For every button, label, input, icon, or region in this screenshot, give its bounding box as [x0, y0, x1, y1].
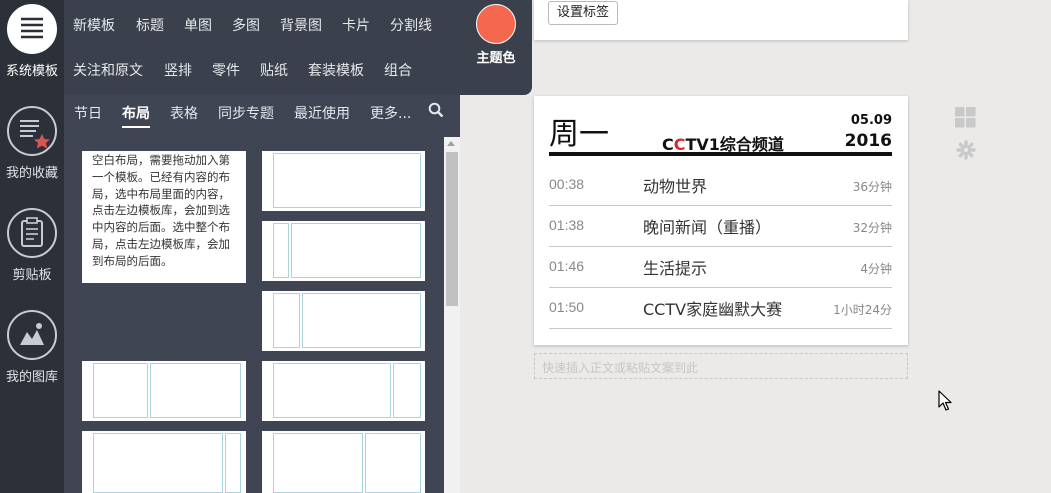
category-new-template[interactable]: 新模板: [73, 15, 115, 35]
clipboard-icon: [7, 208, 57, 258]
layout-cell: [273, 363, 391, 418]
favorites-label: 我的收藏: [5, 166, 58, 181]
layout-cell: [225, 433, 241, 493]
system-template-label: 系统模板: [5, 64, 58, 79]
layout-cell: [291, 223, 421, 278]
layout-cell: [302, 293, 421, 348]
menu-lines-icon: [7, 4, 57, 54]
category-single-image[interactable]: 单图: [184, 15, 212, 35]
layout-tile-single[interactable]: [262, 151, 425, 211]
category-combination[interactable]: 组合: [384, 60, 412, 80]
tab-layout[interactable]: 布局: [122, 103, 150, 128]
layout-tile-small-right[interactable]: [262, 361, 425, 421]
gear-icon[interactable]: [956, 140, 976, 164]
category-follow-original[interactable]: 关注和原文: [73, 60, 143, 80]
program-row[interactable]: 01:46 生活提示 4分钟: [549, 247, 892, 288]
layout-tile-wide-left[interactable]: [262, 431, 425, 493]
tab-festival[interactable]: 节日: [74, 103, 102, 123]
tv-schedule-card[interactable]: 周一 CCTV1综合频道 05.09 2016 00:38 动物世界 36分钟 …: [534, 96, 908, 345]
tab-sync-topic[interactable]: 同步专题: [218, 103, 274, 123]
category-vertical[interactable]: 竖排: [164, 60, 192, 80]
blank-layout-description[interactable]: 空白布局，需要拖动加入第一个模板。已经有内容的布局，选中布局里面的内容，点击左边…: [82, 151, 246, 283]
grid-layout-icon[interactable]: [955, 107, 976, 132]
layout-tile-small-left[interactable]: [262, 291, 425, 351]
program-name: 动物世界: [643, 177, 708, 196]
program-duration: 4分钟: [860, 262, 892, 276]
theme-color-label: 主题色: [476, 51, 516, 66]
layout-tile-narrow-left[interactable]: [262, 221, 425, 281]
layout-cell: [273, 153, 421, 208]
mouse-pointer-icon: [938, 390, 952, 416]
program-time: 01:50: [549, 299, 585, 315]
program-time: 00:38: [549, 176, 585, 192]
clipboard-label: 剪贴板: [12, 268, 52, 283]
system-template-button[interactable]: 系统模板: [0, 4, 64, 79]
layout-cell: [150, 363, 241, 418]
article-settings-card: 设置标签: [534, 0, 908, 40]
program-name: CCTV家庭幽默大赛: [643, 300, 783, 319]
tab-recently-used[interactable]: 最近使用: [294, 103, 350, 123]
layout-cell: [273, 293, 300, 348]
theme-color-button[interactable]: 主题色: [471, 4, 521, 66]
category-parts[interactable]: 零件: [212, 60, 240, 80]
program-duration: 1小时24分: [833, 303, 892, 317]
category-template-set[interactable]: 套装模板: [308, 60, 364, 80]
category-background-image[interactable]: 背景图: [280, 15, 322, 35]
category-stickers[interactable]: 贴纸: [260, 60, 288, 80]
category-multi-image[interactable]: 多图: [232, 15, 260, 35]
layout-cell: [93, 363, 148, 418]
date-month-day: 05.09: [850, 113, 892, 128]
scroll-up-arrow-icon[interactable]: [447, 141, 455, 146]
layout-cell: [273, 433, 363, 493]
favorites-button[interactable]: 我的收藏: [0, 106, 64, 181]
layout-tile-narrow-right[interactable]: [82, 431, 246, 493]
gallery-label: 我的图库: [5, 370, 58, 385]
clipboard-button[interactable]: 剪贴板: [0, 208, 64, 283]
category-card[interactable]: 卡片: [342, 15, 370, 35]
layout-cell: [393, 363, 421, 418]
program-row[interactable]: 01:38 晚间新闻（重播） 32分钟: [549, 206, 892, 247]
theme-color-swatch: [476, 4, 516, 44]
layout-tile-third-left[interactable]: [82, 361, 246, 421]
gallery-button[interactable]: 我的图库: [0, 310, 64, 385]
image-gallery-icon: [7, 310, 57, 360]
category-title[interactable]: 标题: [136, 15, 164, 35]
program-time: 01:46: [549, 258, 585, 274]
tab-table[interactable]: 表格: [170, 103, 198, 123]
favorites-star-icon: [7, 106, 57, 156]
program-duration: 36分钟: [852, 180, 892, 194]
program-name: 晚间新闻（重播）: [643, 218, 772, 237]
scrollbar-thumb[interactable]: [446, 152, 458, 306]
tab-more[interactable]: 更多...: [370, 103, 411, 123]
program-row[interactable]: 01:50 CCTV家庭幽默大赛 1小时24分: [549, 288, 892, 329]
program-time: 01:38: [549, 217, 585, 233]
date-year: 2016: [844, 131, 892, 151]
quick-insert-input[interactable]: 快速插入正文或粘贴文案到此: [534, 353, 908, 379]
program-row[interactable]: 00:38 动物世界 36分钟: [549, 165, 892, 206]
program-name: 生活提示: [643, 259, 708, 278]
layout-cell: [273, 223, 289, 278]
search-icon[interactable]: [428, 102, 444, 122]
weekday-heading: 周一: [549, 117, 609, 152]
layout-cell: [93, 433, 223, 493]
program-duration: 32分钟: [852, 221, 892, 235]
header-divider: [549, 152, 892, 156]
category-divider[interactable]: 分割线: [390, 15, 432, 35]
layout-cell: [365, 433, 421, 493]
set-tag-button[interactable]: 设置标签: [548, 1, 618, 25]
